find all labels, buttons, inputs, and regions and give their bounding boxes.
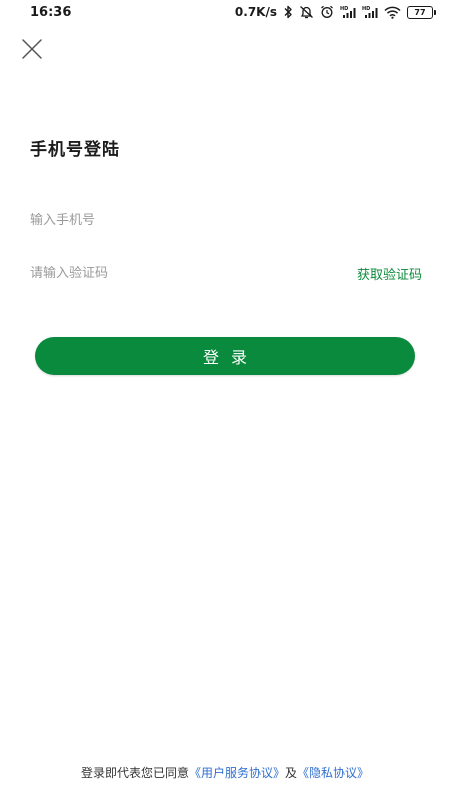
phone-field — [30, 206, 422, 234]
svg-text:HD: HD — [362, 6, 370, 12]
privacy-policy-link[interactable]: 《隐私协议》 — [297, 766, 369, 780]
hd-signal-icon: HD — [340, 5, 356, 19]
phone-input[interactable] — [30, 212, 310, 228]
status-icons: 0.7K/s HD HD 77 — [235, 5, 436, 19]
battery-tip — [434, 9, 436, 15]
battery-level: 77 — [407, 5, 433, 19]
agreement-prefix: 登录即代表您已同意 — [80, 766, 189, 780]
status-bar: 16:36 0.7K/s HD HD 77 — [0, 0, 450, 24]
network-speed: 0.7K/s — [234, 5, 277, 19]
battery-icon: 77 — [407, 5, 436, 19]
bluetooth-icon — [283, 5, 293, 19]
verification-code-input[interactable] — [30, 265, 310, 281]
wifi-icon — [384, 6, 401, 19]
agreement-conjunction: 及 — [285, 766, 298, 780]
svg-text:HD: HD — [340, 6, 348, 12]
code-field: 获取验证码 — [30, 259, 422, 287]
hd-signal-icon: HD — [362, 5, 378, 19]
close-icon — [22, 39, 42, 59]
get-code-button[interactable]: 获取验证码 — [357, 264, 422, 283]
login-button[interactable]: 登录 — [35, 337, 415, 375]
agreement-text: 登录即代表您已同意《用户服务协议》及《隐私协议》 — [0, 764, 450, 781]
page-title: 手机号登陆 — [30, 140, 120, 160]
alarm-off-icon — [299, 5, 314, 19]
user-agreement-link[interactable]: 《用户服务协议》 — [189, 766, 285, 780]
alarm-clock-icon — [320, 5, 334, 19]
status-time: 16:36 — [30, 4, 72, 20]
close-button[interactable] — [20, 37, 44, 61]
